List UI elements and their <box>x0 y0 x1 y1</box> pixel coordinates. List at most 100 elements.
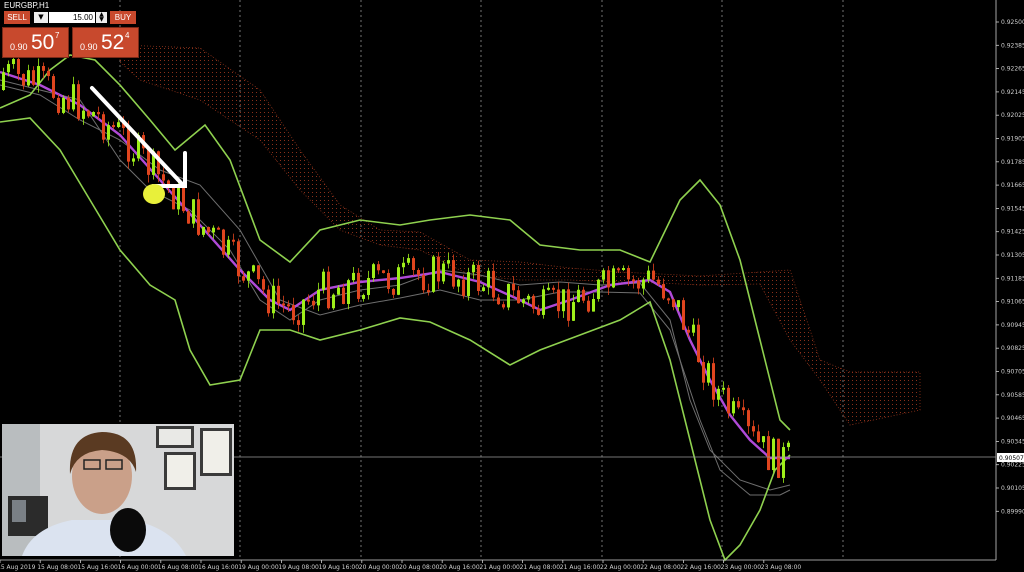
candle-body <box>517 290 520 304</box>
time-tick-label: 15 Aug 2019 <box>0 564 36 571</box>
candle-body <box>97 112 100 115</box>
candle-body <box>387 273 390 289</box>
candle-body <box>472 264 475 273</box>
price-tick-label: 0.91545 <box>1001 205 1024 212</box>
candle-body <box>82 110 85 119</box>
candle-body <box>487 270 490 288</box>
candle-body <box>677 300 680 308</box>
price-tick-label: 0.91185 <box>1001 275 1024 282</box>
candle-body <box>367 277 370 296</box>
buy-quote-button[interactable]: 0.90 52 4 <box>72 27 139 58</box>
candle-body <box>437 256 440 282</box>
candle-body <box>612 268 615 288</box>
sell-price-super: 7 <box>55 31 60 40</box>
candle-body <box>237 241 240 277</box>
candle-body <box>447 260 450 264</box>
candle-body <box>462 279 465 296</box>
lot-size-input[interactable]: 15.00 <box>49 12 95 23</box>
time-tick-label: 21 Aug 08:00 <box>520 564 561 571</box>
candle-body <box>262 279 265 290</box>
time-tick-label: 16 Aug 00:00 <box>118 564 159 571</box>
candle-body <box>287 304 290 307</box>
candle-body <box>762 436 765 443</box>
candle-body <box>67 97 70 110</box>
candle-body <box>107 125 110 140</box>
candle-body <box>37 66 40 85</box>
candle-body <box>42 66 45 71</box>
candle-body <box>622 268 625 271</box>
candle-body <box>547 287 550 290</box>
candle-body <box>197 199 200 235</box>
candle-body <box>777 438 780 478</box>
time-axis: 15 Aug 2019 15 Aug 08:00 15 Aug 16:00 16 Au… <box>0 559 996 571</box>
candle-body <box>522 299 525 304</box>
candle-body <box>672 299 675 308</box>
price-tick-label: 0.91665 <box>1001 182 1024 189</box>
candle-body <box>132 158 135 162</box>
annotation-arrow-shaft <box>90 86 185 187</box>
candle-body <box>627 268 630 280</box>
candle-body <box>322 271 325 290</box>
candle-body <box>707 363 710 383</box>
sell-price-prefix: 0.90 <box>10 42 28 52</box>
buy-button[interactable]: BUY <box>110 11 136 24</box>
price-tick-label: 0.90465 <box>1001 415 1024 422</box>
sell-button[interactable]: SELL <box>4 11 30 24</box>
candle-body <box>127 128 130 162</box>
candle-body <box>452 260 455 287</box>
candle-body <box>192 199 195 224</box>
candle-body <box>177 185 180 210</box>
candle-body <box>662 284 665 299</box>
time-tick-label: 16 Aug 16:00 <box>198 564 239 571</box>
buy-price-big: 52 <box>101 31 125 54</box>
candle-body <box>767 436 770 471</box>
candle-body <box>277 285 280 304</box>
candle-body <box>692 324 695 333</box>
candle-body <box>377 264 380 271</box>
time-tick-label: 15 Aug 08:00 <box>37 564 78 571</box>
price-tick-label: 0.91905 <box>1001 136 1024 143</box>
time-tick-label: 16 Aug 08:00 <box>158 564 199 571</box>
price-tick-label: 0.89990 <box>1001 508 1024 515</box>
candle-body <box>632 279 635 282</box>
candle-body <box>597 279 600 300</box>
candle-body <box>772 438 775 471</box>
candle-body <box>57 97 60 113</box>
candle-body <box>267 289 270 314</box>
candle-body <box>607 270 610 288</box>
candle-body <box>747 410 750 427</box>
candle-body <box>427 290 430 293</box>
candle-body <box>272 285 275 314</box>
candle-body <box>332 294 335 309</box>
candle-body <box>77 84 80 119</box>
price-tick-label: 0.90825 <box>1001 345 1024 352</box>
candle-body <box>12 59 15 65</box>
candle-body <box>442 263 445 282</box>
candle-body <box>752 426 755 432</box>
candle-body <box>172 186 175 210</box>
time-tick-label: 23 Aug 08:00 <box>761 564 802 571</box>
sell-quote-button[interactable]: 0.90 50 7 <box>2 27 69 58</box>
candle-body <box>102 114 105 140</box>
candle-body <box>657 279 660 285</box>
symbol-title: EURGBP,H1 <box>4 1 50 10</box>
candle-body <box>162 174 165 181</box>
candle-body <box>497 297 500 305</box>
candle-body <box>2 72 5 90</box>
candle-body <box>397 267 400 295</box>
moving-average-line <box>0 70 790 460</box>
chevron-down-icon[interactable]: ▼ <box>34 12 48 23</box>
candle-body <box>112 125 115 128</box>
candle-body <box>617 268 620 271</box>
candle-body <box>537 308 540 315</box>
candle-body <box>257 265 260 280</box>
price-tick-label: 0.92025 <box>1001 112 1024 119</box>
candle-body <box>72 84 75 110</box>
lot-spinner-icon[interactable]: ▲ ▼ <box>96 12 107 23</box>
price-axis: 0.92500 0.92385 0.92265 0.92145 0.92025 0.919… <box>995 0 1024 560</box>
candle-body <box>52 76 55 98</box>
candle-body <box>647 270 650 280</box>
candle-body <box>732 401 735 414</box>
candle-body <box>347 280 350 304</box>
webcam-scene <box>2 424 234 556</box>
